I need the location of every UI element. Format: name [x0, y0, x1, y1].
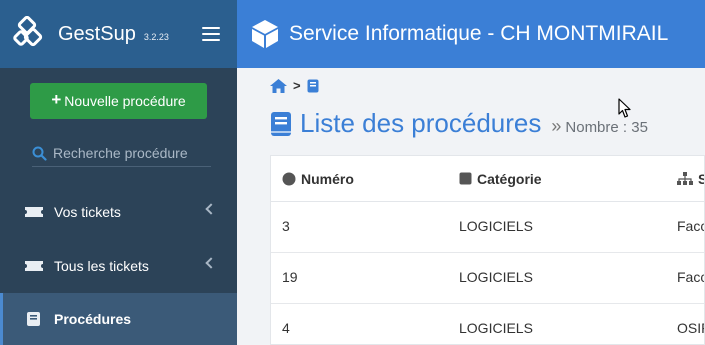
double-chevron-icon: » [551, 116, 562, 136]
tickets-icon [25, 261, 43, 271]
sidebar-item-label: Vos tickets [54, 204, 121, 220]
sidebar-item-label: Procédures [54, 311, 132, 327]
sidebar-item-all-tickets[interactable]: Tous les tickets [0, 240, 237, 292]
ticket-icon [25, 207, 43, 217]
cell-category: LOGICIELS [459, 218, 533, 234]
brand-name: GestSup [58, 22, 136, 45]
sidebar-item-your-tickets[interactable]: Vos tickets [0, 186, 237, 238]
chevron-left-icon [205, 203, 217, 215]
book-icon [271, 111, 291, 136]
square-icon [459, 172, 472, 185]
cell-number: 4 [282, 320, 290, 336]
sidebar-item-procedures[interactable]: Procédures [0, 293, 237, 345]
new-procedure-button[interactable]: + Nouvelle procédure [30, 83, 207, 119]
book-icon [27, 312, 40, 326]
home-icon[interactable] [270, 78, 287, 93]
chevron-left-icon [205, 257, 217, 269]
cube-icon [252, 20, 278, 48]
page-title: Liste des procédures » Nombre : 35 [270, 108, 648, 139]
table-row[interactable]: 19 LOGICIELS Facc [271, 253, 704, 304]
column-header-label: Catégorie [477, 170, 542, 187]
cell-subcategory: OSIF [677, 320, 704, 336]
sitemap-icon [677, 172, 693, 185]
gestsup-logo-icon[interactable] [12, 15, 48, 52]
cell-category: LOGICIELS [459, 320, 533, 336]
table-row[interactable]: 3 LOGICIELS Facc [271, 202, 704, 253]
book-icon[interactable] [307, 79, 319, 93]
sidebar-item-label: Tous les tickets [54, 258, 149, 274]
hamburger-menu-icon[interactable] [202, 27, 220, 41]
column-header-subcategory[interactable]: S [677, 171, 704, 187]
cell-number: 19 [282, 269, 298, 285]
mouse-cursor-icon [618, 98, 631, 118]
new-procedure-label: Nouvelle procédure [64, 93, 186, 109]
brand-version: 3.2.23 [143, 32, 169, 42]
search-procedure-field [32, 140, 211, 167]
column-header-category[interactable]: Catégorie [459, 171, 542, 187]
procedure-count: Nombre : 35 [565, 119, 648, 136]
search-procedure-input[interactable] [53, 145, 203, 161]
brand-bar: GestSup 3.2.23 [0, 0, 237, 68]
search-icon [32, 146, 47, 161]
plus-icon: + [51, 90, 62, 109]
service-title: Service Informatique - CH MONTMIRAIL [289, 22, 669, 45]
table-row[interactable]: 4 LOGICIELS OSIF [271, 304, 704, 344]
cell-subcategory: Facc [677, 218, 705, 234]
cell-subcategory: Facc [677, 269, 705, 285]
top-navbar: Service Informatique - CH MONTMIRAIL [237, 0, 705, 68]
breadcrumb: > [270, 78, 319, 93]
table-header: Numéro Catégorie S [271, 156, 704, 202]
cell-category: LOGICIELS [459, 269, 533, 285]
circle-icon [282, 172, 296, 185]
procedures-table: Numéro Catégorie S 3 LOGICIELS Facc 19 L… [270, 155, 705, 345]
sidebar: GestSup 3.2.23 + Nouvelle procédure Vos … [0, 0, 237, 345]
column-header-label: S [698, 171, 704, 187]
cell-number: 3 [282, 218, 290, 234]
column-header-label: Numéro [301, 170, 354, 187]
page-title-text: Liste des procédures [300, 108, 542, 138]
column-header-number[interactable]: Numéro [282, 171, 354, 187]
breadcrumb-separator-icon: > [293, 78, 301, 93]
